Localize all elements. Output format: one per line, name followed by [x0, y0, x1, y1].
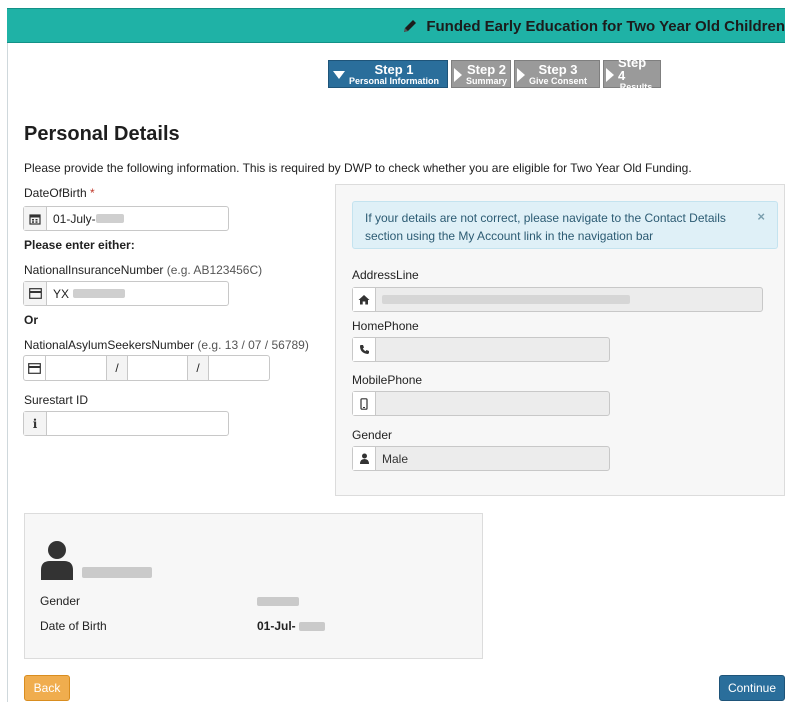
child-name	[82, 565, 152, 579]
info-icon: i	[24, 412, 47, 435]
nasn-field-group: / /	[23, 355, 270, 381]
dob-input[interactable]: 01-July-	[47, 207, 228, 230]
redacted-text	[95, 214, 124, 223]
nin-value: YX	[53, 286, 70, 301]
phone-icon	[353, 338, 376, 361]
step-label: Summary	[466, 75, 508, 86]
gender-value: Male	[382, 451, 409, 466]
dob-label-wrap: DateOfBirth *	[24, 186, 95, 200]
id-card-icon	[23, 355, 46, 381]
mobile-phone-value	[376, 392, 609, 415]
nin-field[interactable]: YX	[23, 281, 229, 306]
redacted-text	[382, 295, 630, 304]
back-button[interactable]: Back	[24, 675, 70, 701]
nin-label: NationalInsuranceNumber	[24, 263, 164, 277]
page-title: Personal Details	[24, 123, 180, 145]
nasn-label: NationalAsylumSeekersNumber	[24, 338, 195, 352]
header-title: Funded Early Education for Two Year Old …	[426, 18, 785, 35]
wizard-stepper: Step 1 Personal Information Step 2 Summa…	[328, 56, 661, 92]
nasn-hint: (e.g. 13 / 07 / 56789)	[197, 338, 309, 352]
step-label: Results	[619, 82, 653, 92]
nasn-separator: /	[107, 355, 127, 381]
home-phone-label: HomePhone	[352, 319, 419, 333]
redacted-text	[73, 289, 126, 298]
enter-either-label: Please enter either:	[24, 238, 135, 252]
header-title-wrap: Funded Early Education for Two Year Old …	[402, 18, 785, 35]
step-number: Step 1	[374, 61, 414, 77]
chevron-down-icon	[333, 71, 345, 79]
nasn-part-3-input[interactable]	[208, 355, 270, 381]
dob-value: 01-July-	[53, 211, 96, 226]
mobile-icon	[353, 392, 376, 415]
surestart-input[interactable]	[47, 412, 228, 435]
surestart-label: Surestart ID	[24, 393, 89, 407]
step-number: Step 4	[618, 55, 647, 83]
nin-input[interactable]: YX	[47, 282, 228, 305]
home-phone-field	[352, 337, 610, 362]
redacted-text	[82, 567, 152, 579]
info-alert: If your details are not correct, please …	[352, 201, 778, 249]
gender-label: Gender	[352, 428, 393, 442]
close-icon[interactable]: ×	[757, 208, 765, 226]
address-value	[376, 288, 762, 311]
nin-hint: (e.g. AB123456C)	[166, 263, 263, 277]
continue-button[interactable]: Continue	[719, 675, 785, 701]
pencil-icon	[404, 20, 417, 32]
chevron-right-icon	[606, 68, 614, 82]
chevron-right-icon	[454, 68, 462, 82]
nasn-part-1-input[interactable]	[46, 355, 107, 381]
mobile-phone-label: MobilePhone	[352, 373, 423, 387]
summary-gender-label: Gender	[40, 594, 81, 608]
redacted-text	[299, 622, 326, 632]
nasn-label-wrap: NationalAsylumSeekersNumber (e.g. 13 / 0…	[24, 338, 309, 352]
address-label: AddressLine	[352, 268, 419, 282]
avatar-icon	[41, 541, 73, 580]
step-1[interactable]: Step 1 Personal Information	[328, 60, 448, 88]
step-label: Personal Information	[349, 75, 440, 86]
app-header: Funded Early Education for Two Year Old …	[7, 8, 785, 43]
child-summary-card	[24, 513, 483, 659]
summary-gender-value	[257, 594, 299, 608]
home-icon	[353, 288, 376, 311]
step-4[interactable]: Step 4 Results	[603, 56, 661, 92]
summary-dob-value: 01-Jul-	[257, 619, 296, 633]
summary-dob-value-wrap: 01-Jul-	[257, 619, 326, 633]
step-number: Step 3	[538, 61, 578, 77]
nasn-separator: /	[188, 355, 208, 381]
calendar-icon	[24, 207, 47, 230]
summary-dob-label: Date of Birth	[40, 619, 107, 633]
address-field	[352, 287, 763, 312]
user-icon	[353, 447, 376, 470]
intro-text: Please provide the following information…	[24, 161, 692, 175]
required-marker: *	[90, 186, 95, 200]
step-2[interactable]: Step 2 Summary	[451, 60, 511, 88]
or-label: Or	[24, 313, 39, 327]
gender-field: Male	[352, 446, 610, 471]
dob-label: DateOfBirth	[24, 186, 87, 200]
surestart-field[interactable]: i	[23, 411, 229, 436]
nin-label-wrap: NationalInsuranceNumber (e.g. AB123456C)	[24, 263, 262, 277]
redacted-text	[257, 597, 299, 607]
step-number: Step 2	[467, 61, 507, 77]
id-card-icon	[24, 282, 47, 305]
chevron-right-icon	[517, 68, 525, 82]
mobile-phone-field	[352, 391, 610, 416]
alert-text: If your details are not correct, please …	[365, 211, 726, 243]
home-phone-value	[376, 338, 609, 361]
nasn-part-2-input[interactable]	[127, 355, 188, 381]
step-label: Give Consent	[529, 75, 588, 86]
dob-field[interactable]: 01-July-	[23, 206, 229, 231]
step-3[interactable]: Step 3 Give Consent	[514, 60, 600, 88]
